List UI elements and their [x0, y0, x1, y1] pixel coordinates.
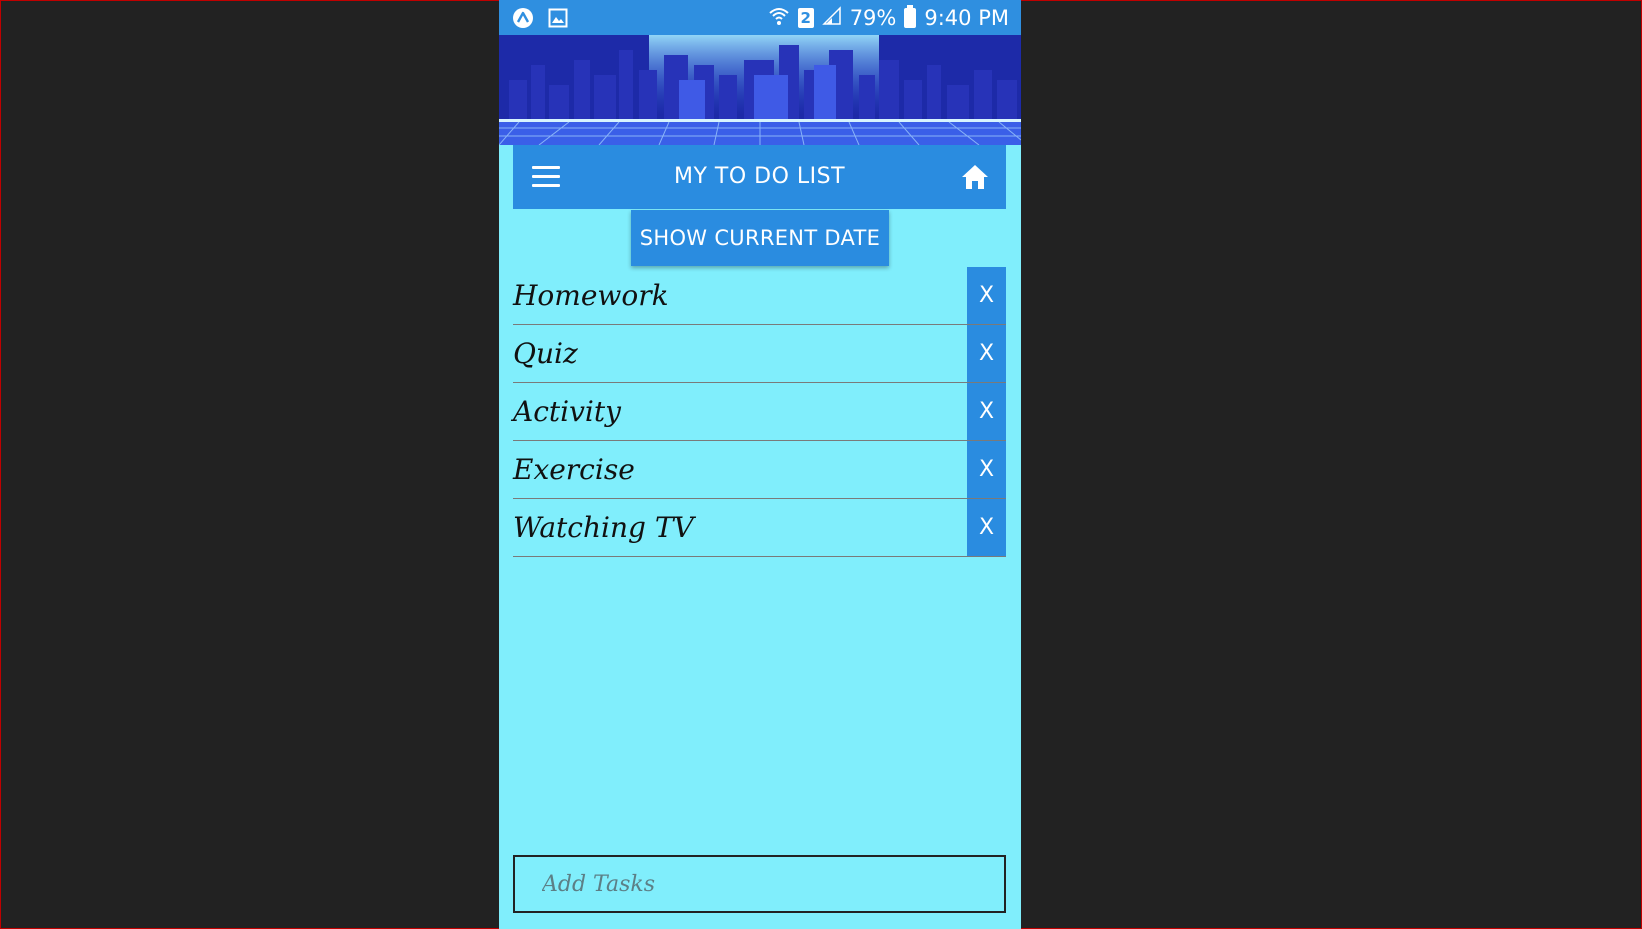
task-row: Watching TV X	[513, 499, 1006, 557]
add-task-input[interactable]	[513, 855, 1006, 913]
task-label: Watching TV	[513, 511, 694, 544]
show-current-date-button[interactable]: SHOW CURRENT DATE	[631, 210, 889, 266]
home-icon[interactable]	[960, 163, 990, 191]
task-row: Homework X	[513, 267, 1006, 325]
task-row: Quiz X	[513, 325, 1006, 383]
status-bar: 2 79% 9:40 PM	[499, 0, 1021, 35]
signal-icon	[821, 5, 842, 31]
task-label: Exercise	[513, 453, 635, 486]
delete-task-button[interactable]: X	[967, 383, 1006, 440]
status-indicators: 2 79% 9:40 PM	[768, 4, 1009, 32]
task-label: Quiz	[513, 337, 578, 370]
image-icon	[547, 7, 569, 29]
task-row: Activity X	[513, 383, 1006, 441]
app-logo-icon	[512, 7, 534, 29]
battery-percent: 79%	[849, 6, 897, 30]
clock: 9:40 PM	[924, 6, 1009, 30]
phone-screen: 2 79% 9:40 PM MY TO DO LIST SHOW CURRENT…	[499, 0, 1021, 929]
sim-badge: 2	[797, 8, 814, 28]
delete-task-button[interactable]: X	[967, 267, 1006, 324]
battery-icon	[904, 5, 917, 28]
wifi-icon	[768, 5, 790, 32]
delete-task-button[interactable]: X	[967, 325, 1006, 382]
header-banner-image	[499, 35, 1021, 145]
delete-task-button[interactable]: X	[967, 499, 1006, 556]
task-label: Homework	[513, 279, 669, 312]
delete-task-button[interactable]: X	[967, 441, 1006, 498]
task-row: Exercise X	[513, 441, 1006, 499]
page-title: MY TO DO LIST	[673, 164, 846, 189]
task-list: Homework X Quiz X Activity X Exercise X …	[513, 267, 1006, 557]
task-label: Activity	[513, 395, 621, 428]
app-toolbar: MY TO DO LIST	[513, 145, 1006, 209]
